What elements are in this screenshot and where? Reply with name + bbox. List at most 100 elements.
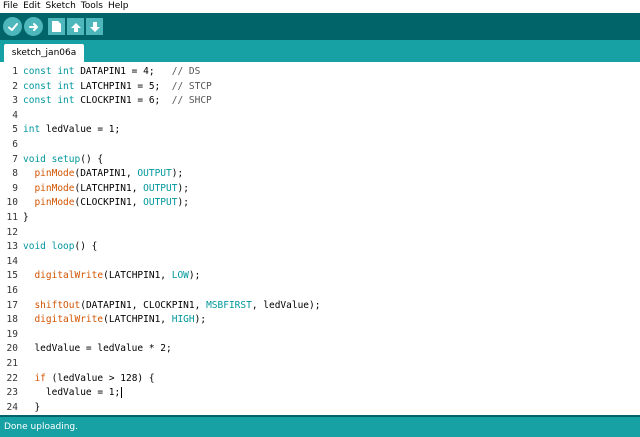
code-token: (DATAPIN1,: [74, 168, 138, 180]
code-token: digitalWrite: [34, 270, 104, 282]
code-token: (LATCHPIN1,: [74, 182, 144, 194]
code-token: (LATCHPIN1,: [103, 314, 172, 326]
upload-button[interactable]: [24, 17, 43, 36]
arrow-right-icon: [28, 22, 38, 31]
line-number: 17: [6, 299, 18, 311]
code-token: OUTPUT: [143, 197, 178, 209]
code-token: );: [188, 270, 201, 282]
code-token: HIGH: [171, 314, 195, 326]
code-line[interactable]: shiftOut(DATAPIN1, CLOCKPIN1, MSBFIRST, …: [23, 299, 320, 314]
line-number: 9: [12, 182, 18, 194]
code-token: );: [171, 168, 184, 180]
line-number: 13: [6, 241, 18, 253]
text-caret: [121, 387, 123, 399]
menu-sketch[interactable]: Sketch: [46, 0, 76, 13]
line-number: 14: [6, 255, 18, 267]
line-number: 12: [6, 226, 18, 238]
code-token: shiftOut: [34, 299, 81, 311]
code-token: (ledValue > 128) {: [45, 372, 155, 384]
code-token: }: [23, 212, 29, 223]
code-token: ledValue = 1;: [45, 124, 121, 136]
code-token: , ledValue);: [251, 299, 321, 311]
line-number: 20: [6, 343, 18, 355]
code-token: (CLOCKPIN1,: [74, 197, 144, 209]
line-number: 6: [12, 139, 18, 150]
new-button[interactable]: [48, 18, 65, 35]
menu-help[interactable]: Help: [108, 0, 129, 13]
code-token: LOW: [171, 270, 189, 282]
code-line[interactable]: ledValue = 1;: [23, 386, 123, 401]
line-number: 4: [12, 109, 18, 121]
code-token: const int: [23, 66, 81, 77]
code-line[interactable]: digitalWrite(LATCHPIN1, HIGH);: [23, 313, 206, 328]
code-token: }: [23, 401, 41, 413]
code-token: pinMode: [34, 197, 75, 209]
line-number: 21: [6, 358, 18, 369]
line-number: 10: [6, 197, 18, 209]
checkmark-icon: [7, 22, 18, 31]
code-line[interactable]: int ledValue = 1;: [23, 123, 120, 138]
tab-sketch[interactable]: sketch_jan06a: [4, 44, 84, 62]
menu-edit[interactable]: Edit: [23, 0, 40, 13]
code-line[interactable]: const int DATAPIN1 = 4; // DS: [23, 65, 200, 80]
code-token: );: [177, 197, 189, 209]
code-token: (DATAPIN1, CLOCKPIN1,: [80, 299, 207, 311]
code-token: const int: [23, 95, 81, 107]
code-editor[interactable]: 1 2 3 4 5 6 7 8 9 10 11 12 13 14 15 16 17 18 19 20 21 22 23 24 …: [0, 62, 640, 415]
line-number: 16: [6, 285, 18, 296]
code-token: void: [23, 153, 52, 165]
verify-button[interactable]: [3, 17, 22, 36]
line-number: 15: [6, 270, 18, 282]
code-line[interactable]: void loop() {: [23, 240, 97, 255]
line-number: 8: [12, 168, 18, 180]
menu-file[interactable]: File: [3, 0, 18, 13]
code-line[interactable]: }: [23, 211, 29, 226]
code-line[interactable]: ledValue = ledValue * 2;: [23, 342, 172, 357]
line-number: 2: [12, 80, 18, 92]
code-token: );: [194, 314, 207, 326]
new-file-icon: [52, 21, 61, 32]
code-line[interactable]: pinMode(CLOCKPIN1, OUTPUT);: [23, 196, 189, 211]
code-token: ledValue = 1;: [23, 387, 121, 399]
code-token: CLOCKPIN1 = 6;: [80, 95, 172, 107]
open-button[interactable]: [67, 18, 84, 35]
code-token: );: [177, 182, 189, 194]
line-number: 3: [12, 95, 18, 107]
code-line[interactable]: void setup() {: [23, 153, 103, 168]
tab-bar: sketch_jan06a: [0, 40, 640, 62]
line-number: 11: [6, 212, 18, 223]
arrow-down-icon: [89, 21, 100, 32]
code-line[interactable]: const int CLOCKPIN1 = 6; // SHCP: [23, 94, 212, 109]
line-number: 22: [6, 372, 18, 384]
code-token: // SHCP: [171, 95, 212, 107]
code-line[interactable]: pinMode(DATAPIN1, OUTPUT);: [23, 167, 183, 182]
code-line[interactable]: pinMode(LATCHPIN1, OUTPUT);: [23, 182, 189, 197]
code-token: digitalWrite: [34, 314, 104, 326]
save-button[interactable]: [86, 18, 103, 35]
menu-tools[interactable]: Tools: [81, 0, 103, 13]
line-number: 1: [12, 66, 18, 77]
status-bar: Done uploading.: [0, 417, 640, 437]
code-line[interactable]: const int LATCHPIN1 = 5; // STCP: [23, 80, 212, 95]
code-token: () {: [74, 241, 98, 253]
code-token: if: [34, 372, 46, 384]
code-token: int: [23, 124, 46, 136]
code-line[interactable]: digitalWrite(LATCHPIN1, LOW);: [23, 269, 200, 284]
code-token: ledValue = ledValue * 2;: [23, 343, 172, 355]
code-token: const int: [23, 80, 81, 92]
line-number: 24: [6, 401, 18, 413]
code-line[interactable]: }: [23, 401, 40, 415]
code-token: pinMode: [34, 168, 75, 180]
code-token: pinMode: [34, 182, 75, 194]
menu-bar: File Edit Sketch Tools Help: [0, 0, 640, 13]
code-token: (LATCHPIN1,: [103, 270, 172, 282]
code-token: OUTPUT: [143, 182, 178, 194]
code-line[interactable]: if (ledValue > 128) {: [23, 372, 155, 387]
code-token: DATAPIN1 = 4;: [80, 66, 172, 77]
